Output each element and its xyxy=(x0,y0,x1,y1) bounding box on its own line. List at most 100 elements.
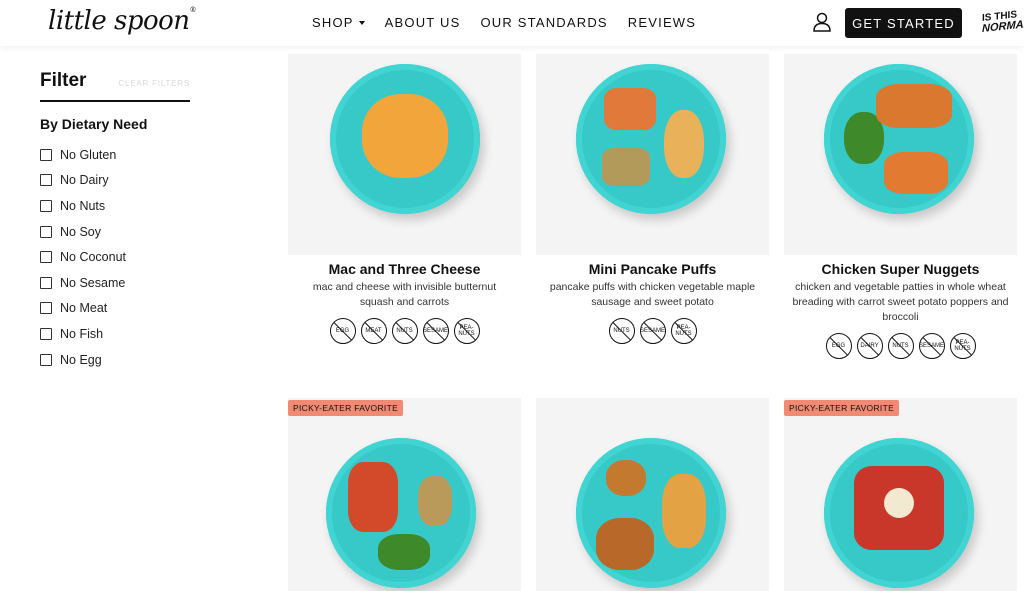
filter-label: No Fish xyxy=(60,326,104,341)
nav-shop-label: SHOP xyxy=(312,15,354,30)
checkbox[interactable] xyxy=(40,199,52,212)
filter-label: No Gluten xyxy=(60,147,117,162)
product-card-mini-pancake-puffs[interactable]: Mini Pancake Puffs pancake puffs with ch… xyxy=(536,54,769,344)
product-card-ravioli[interactable]: PICKY-EATER FAVORITE xyxy=(784,398,1017,591)
checkbox[interactable] xyxy=(40,353,52,366)
allergen-icons: NUTS SESAME PEA-NUTS xyxy=(536,318,769,344)
product-card-pasta[interactable]: PICKY-EATER FAVORITE xyxy=(288,398,521,591)
product-name[interactable]: Mac and Three Cheese xyxy=(288,261,521,277)
nav-shop[interactable]: SHOP xyxy=(312,15,365,30)
filter-no-nuts[interactable]: No Nuts xyxy=(40,193,190,219)
filter-no-soy[interactable]: No Soy xyxy=(40,219,190,245)
product-description: pancake puffs with chicken vegetable map… xyxy=(549,281,756,308)
checkbox[interactable] xyxy=(40,251,52,264)
pasta-food xyxy=(348,462,398,532)
filter-label: No Sesame xyxy=(60,275,126,290)
plate xyxy=(576,64,726,214)
filter-title: Filter xyxy=(40,70,87,91)
badge-line2: NORMAL xyxy=(982,17,1024,35)
plate xyxy=(824,64,974,214)
filter-no-gluten[interactable]: No Gluten xyxy=(40,142,190,168)
is-this-normal-logo[interactable]: IS THIS NORMAL xyxy=(982,9,1024,35)
pancake-puffs-food xyxy=(664,110,704,178)
nav-about-us[interactable]: ABOUT US xyxy=(385,15,461,30)
product-name[interactable]: Mini Pancake Puffs xyxy=(536,261,769,277)
product-card-chicken-super-nuggets[interactable]: Chicken Super Nuggets chicken and vegeta… xyxy=(784,54,1017,359)
dietary-need-heading: By Dietary Need xyxy=(40,116,148,132)
product-card-mac-and-three-cheese[interactable]: Mac and Three Cheese mac and cheese with… xyxy=(288,54,521,344)
nuggets-food xyxy=(596,518,654,570)
no-sesame-icon: SESAME xyxy=(639,318,666,344)
filter-label: No Coconut xyxy=(60,250,127,265)
picky-eater-badge: PICKY-EATER FAVORITE xyxy=(784,400,900,416)
cheese-topping-food xyxy=(884,488,914,518)
no-egg-icon: EGG xyxy=(329,318,356,344)
nuggets-food xyxy=(876,84,952,128)
allergen-icons: EGG DAIRY NUTS SESAME PEA-NUTS xyxy=(784,333,1017,359)
nugget-food xyxy=(606,460,646,496)
no-meat-icon: MEAT xyxy=(360,318,387,344)
checkbox[interactable] xyxy=(40,174,52,187)
filter-no-sesame[interactable]: No Sesame xyxy=(40,270,190,296)
user-icon[interactable] xyxy=(813,12,831,32)
plate xyxy=(326,438,476,588)
sausage-food xyxy=(602,148,650,186)
logo-text: little spoon xyxy=(48,6,190,36)
allergen-icons: EGG MEAT NUTS SESAME PEA-NUTS xyxy=(288,318,521,344)
plate xyxy=(824,438,974,588)
nav-about-label: ABOUT US xyxy=(384,15,461,30)
no-nuts-icon: NUTS xyxy=(887,333,914,359)
product-image[interactable] xyxy=(784,54,1017,255)
filter-no-meat[interactable]: No Meat xyxy=(40,296,190,322)
filter-no-dairy[interactable]: No Dairy xyxy=(40,168,190,194)
no-peanuts-icon: PEA-NUTS xyxy=(453,318,480,344)
product-image[interactable]: PICKY-EATER FAVORITE xyxy=(288,398,521,591)
no-dairy-icon: DAIRY xyxy=(856,333,883,359)
get-started-button[interactable]: GET STARTED xyxy=(845,8,962,38)
checkbox[interactable] xyxy=(40,327,52,340)
filter-no-fish[interactable]: No Fish xyxy=(40,321,190,347)
product-description: chicken and vegetable patties in whole w… xyxy=(792,281,1009,323)
nav-reviews[interactable]: REVIEWS xyxy=(628,15,696,30)
product-image[interactable] xyxy=(536,54,769,255)
no-nuts-icon: NUTS xyxy=(391,318,418,344)
filter-label: No Nuts xyxy=(60,198,106,213)
clear-filters-link[interactable]: CLEAR FILTERS xyxy=(118,79,190,88)
filter-header: Filter CLEAR FILTERS xyxy=(40,70,190,102)
logo-mark: ® xyxy=(189,6,197,14)
product-image[interactable]: PICKY-EATER FAVORITE xyxy=(784,398,1017,591)
checkbox[interactable] xyxy=(40,148,52,161)
picky-eater-badge: PICKY-EATER FAVORITE xyxy=(288,400,404,416)
broccoli-food xyxy=(378,534,430,570)
product-name[interactable]: Chicken Super Nuggets xyxy=(784,261,1017,277)
no-nuts-icon: NUTS xyxy=(608,318,635,344)
no-peanuts-icon: PEA-NUTS xyxy=(949,333,976,359)
filter-label: No Dairy xyxy=(60,173,109,188)
nav-reviews-label: REVIEWS xyxy=(627,15,697,30)
brand-logo[interactable]: little spoon® xyxy=(48,6,197,36)
dietary-filter-list: No Gluten No Dairy No Nuts No Soy No Coc… xyxy=(40,142,190,372)
checkbox[interactable] xyxy=(40,302,52,315)
filter-label: No Soy xyxy=(60,224,101,239)
nav-standards-label: OUR STANDARDS xyxy=(480,15,608,30)
mac-and-cheese-food xyxy=(362,94,448,178)
filter-sidebar: Filter CLEAR FILTERS By Dietary Need No … xyxy=(40,70,190,372)
plate xyxy=(330,64,480,214)
nav-our-standards[interactable]: OUR STANDARDS xyxy=(480,15,607,30)
meatballs-food xyxy=(418,476,452,526)
filter-label: No Meat xyxy=(60,301,108,316)
sweet-potato-food xyxy=(604,88,656,130)
carrot-poppers-food xyxy=(884,152,948,194)
product-image[interactable] xyxy=(288,54,521,255)
site-header: little spoon® SHOP ABOUT US OUR STANDARD… xyxy=(0,0,1024,46)
chevron-down-icon xyxy=(358,20,365,25)
filter-no-egg[interactable]: No Egg xyxy=(40,347,190,373)
product-image[interactable] xyxy=(536,398,769,591)
checkbox[interactable] xyxy=(40,276,52,289)
no-egg-icon: EGG xyxy=(825,333,852,359)
pasta-food xyxy=(662,474,706,548)
product-card-nuggets-pasta[interactable] xyxy=(536,398,769,591)
checkbox[interactable] xyxy=(40,225,52,238)
filter-no-coconut[interactable]: No Coconut xyxy=(40,244,190,270)
no-peanuts-icon: PEA-NUTS xyxy=(670,318,697,344)
